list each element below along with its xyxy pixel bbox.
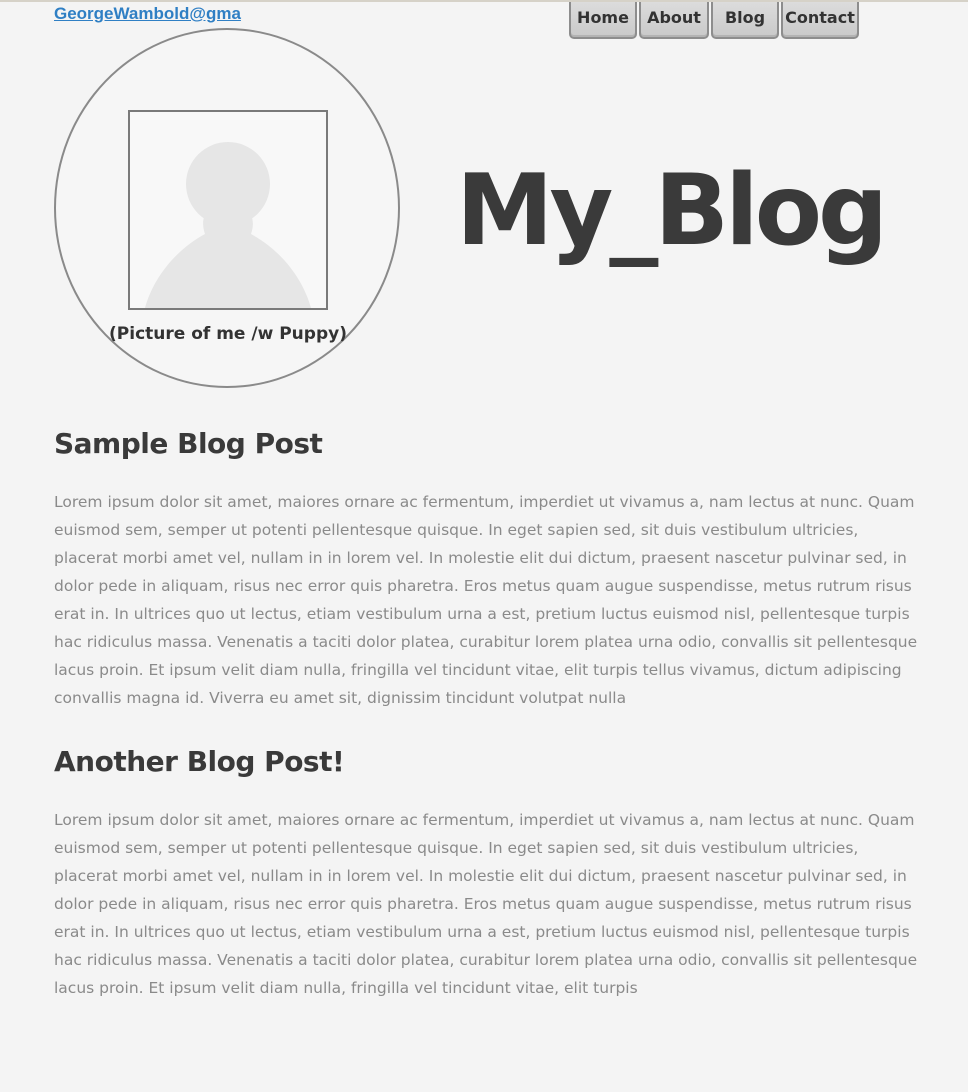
profile-caption: (Picture of me /w Puppy) [109,324,347,344]
post-body: Lorem ipsum dolor sit amet, maiores orna… [54,493,918,707]
site-title: My_Blog [456,154,888,268]
post-body: Lorem ipsum dolor sit amet, maiores orna… [54,811,918,997]
nav-blog-button[interactable]: Blog [711,2,779,39]
profile-photo [128,110,328,310]
person-silhouette-icon [145,142,311,308]
post-title[interactable]: Another Blog Post! [54,742,924,782]
blog-post-sample: Sample Blog Post Lorem ipsum dolor sit a… [54,424,924,750]
email-link[interactable]: GeorgeWambold@gma [54,2,250,28]
post-title[interactable]: Sample Blog Post [54,424,924,464]
nav-contact-button[interactable]: Contact [781,2,859,39]
main-nav: Home About Blog Contact [569,2,861,39]
blog-post-another: Another Blog Post! Lorem ipsum dolor sit… [54,742,924,1002]
nav-about-button[interactable]: About [639,2,709,39]
nav-home-button[interactable]: Home [569,2,637,39]
